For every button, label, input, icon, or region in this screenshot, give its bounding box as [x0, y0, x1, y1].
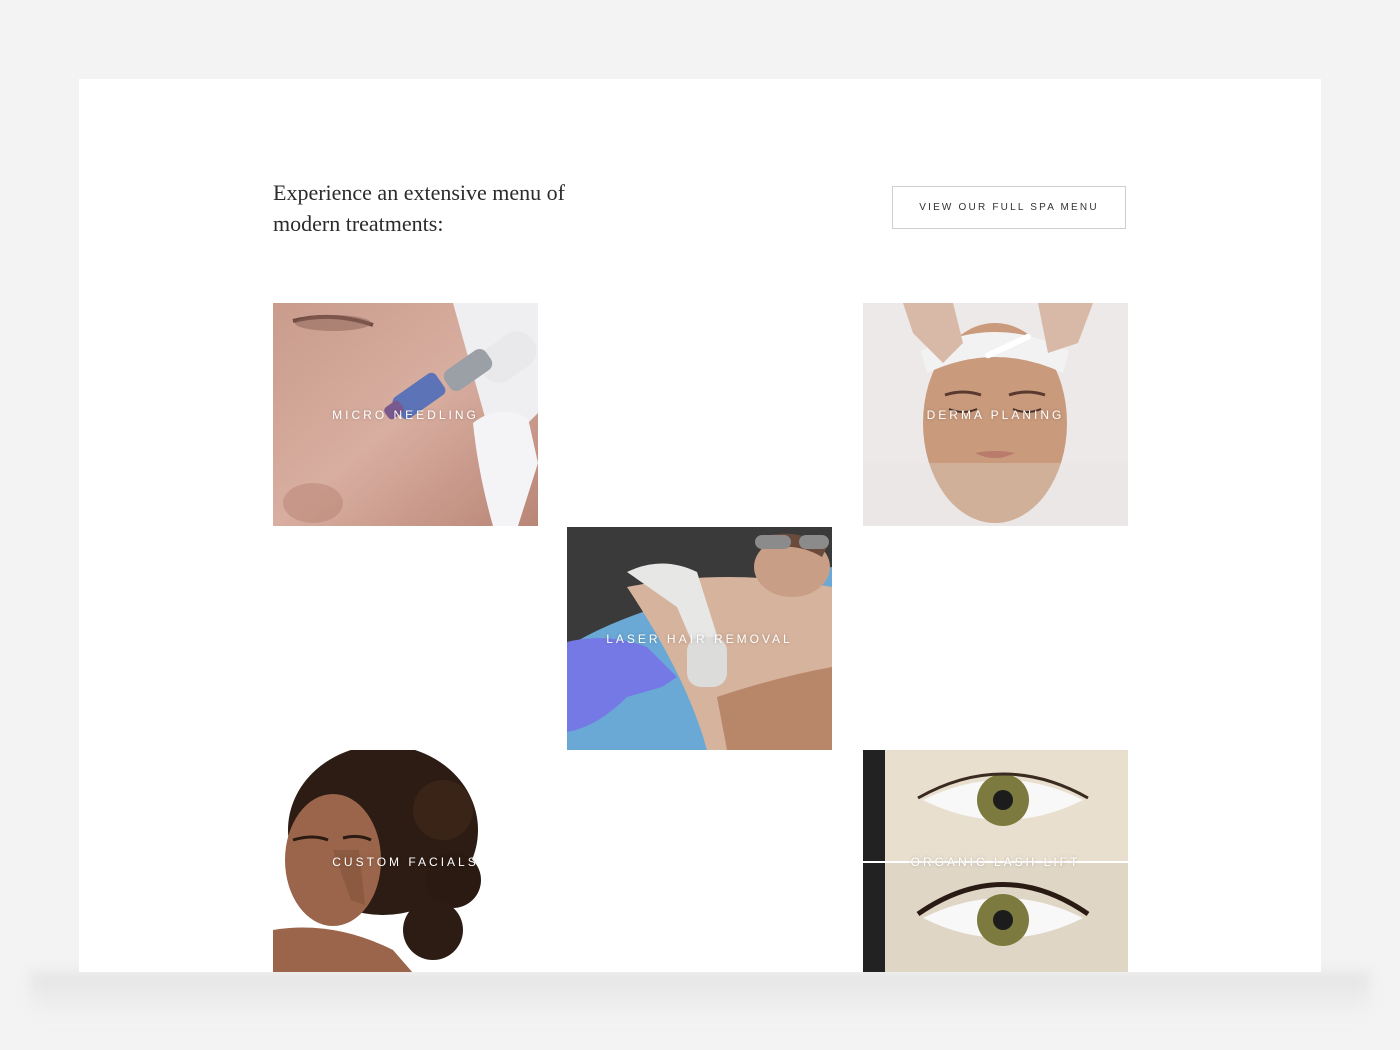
- treatment-tile-organic-lash-lift[interactable]: ORGANIC LASH LIFT: [863, 750, 1128, 972]
- tile-label: ORGANIC LASH LIFT: [910, 854, 1081, 869]
- tile-label: DERMA PLANING: [926, 407, 1065, 422]
- treatment-tile-derma-planing[interactable]: DERMA PLANING: [863, 303, 1128, 526]
- section-heading: Experience an extensive menu of modern t…: [273, 180, 565, 236]
- treatment-tile-micro-needling[interactable]: MICRO NEEDLING: [273, 303, 538, 526]
- view-spa-menu-button[interactable]: VIEW OUR FULL SPA MENU: [892, 186, 1126, 229]
- treatment-tile-laser-hair-removal[interactable]: LASER HAIR REMOVAL: [567, 527, 832, 750]
- treatment-tile-custom-facials[interactable]: CUSTOM FACIALS: [273, 750, 538, 972]
- card-shadow: [30, 972, 1370, 1020]
- tile-label: CUSTOM FACIALS: [332, 854, 479, 869]
- spa-menu-section: Experience an extensive menu of modern t…: [79, 79, 1321, 972]
- tile-label: MICRO NEEDLING: [332, 407, 479, 422]
- tile-label: LASER HAIR REMOVAL: [606, 631, 793, 646]
